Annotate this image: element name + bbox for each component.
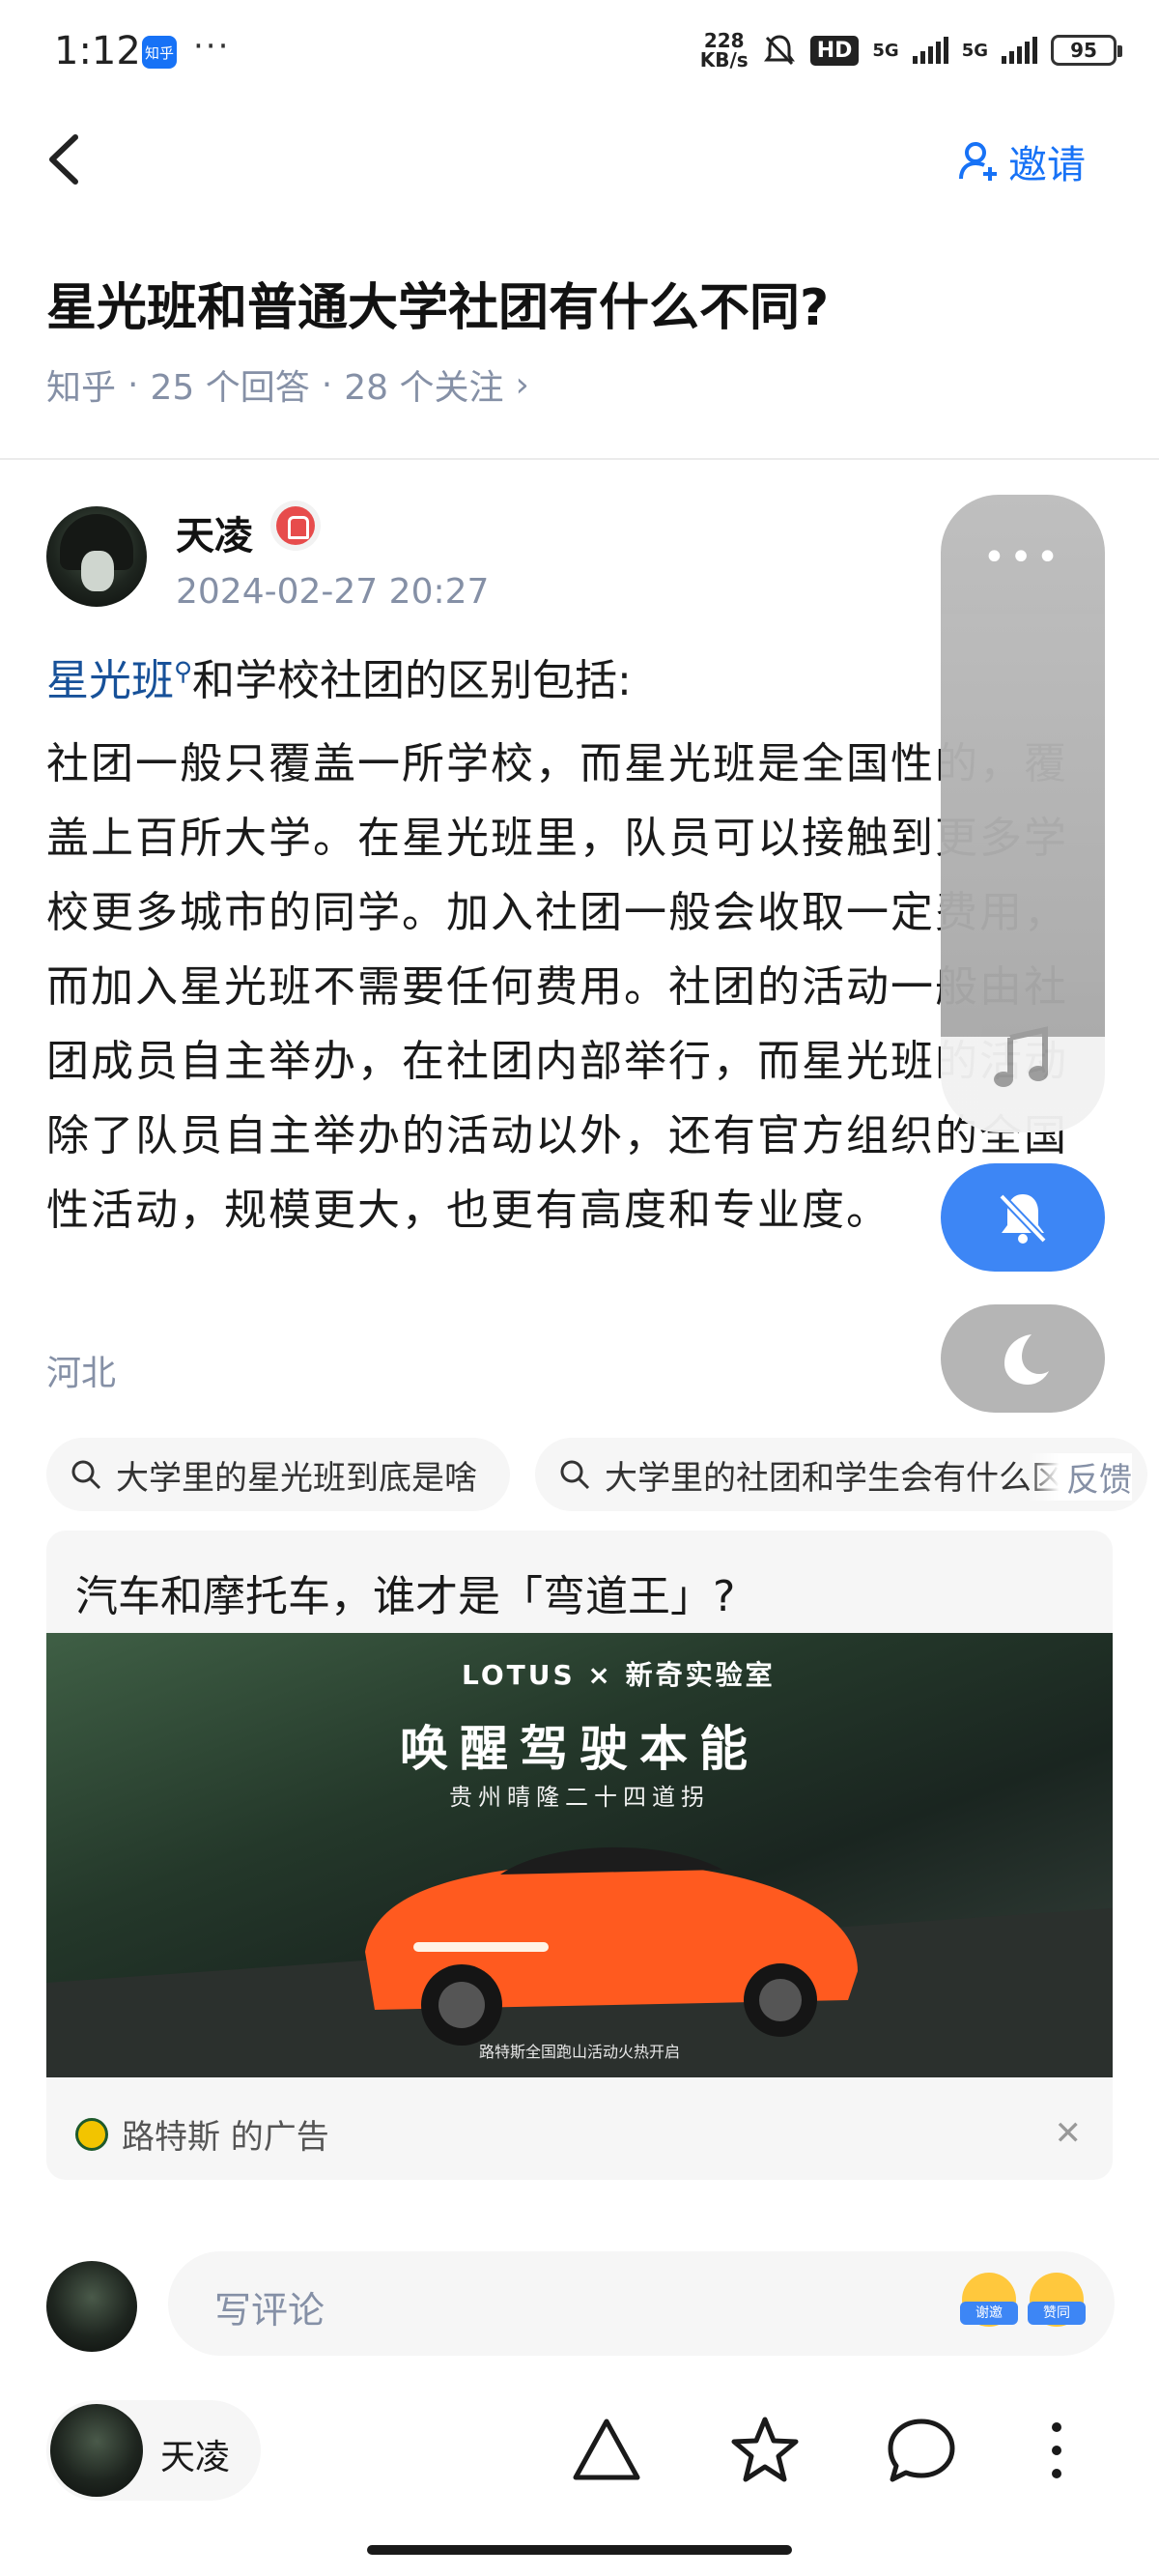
car-illustration: [365, 1846, 858, 2046]
keyword-link[interactable]: 星光班: [46, 656, 174, 705]
network-speed: 228 KB/s: [699, 29, 749, 72]
status-bar: 1:12 知乎 ··· 228 KB/s HD 5G 5G 95: [0, 0, 1159, 106]
comment-input[interactable]: 写评论 谢邀 赞同: [168, 2251, 1115, 2356]
ad-headline: 唤醒驾驶本能: [400, 1721, 759, 1777]
ip-location: 河北: [46, 1354, 117, 1393]
vertical-dots-icon[interactable]: [1018, 2412, 1095, 2489]
related-searches: 大学里的星光班到底是啥 大学里的社团和学生会有什么区别 反馈: [46, 1438, 1147, 1513]
meta-separator: ·: [127, 364, 139, 405]
signal-strength-icon: [912, 37, 948, 64]
more-notifications-icon: ···: [193, 27, 231, 66]
star-icon[interactable]: [726, 2412, 804, 2489]
chip-label: 大学里的社团和学生会有什么区别: [605, 1458, 1097, 1498]
question-source: 知乎: [46, 368, 117, 408]
more-dots-icon[interactable]: •••: [941, 535, 1105, 580]
answer-count: 25 个回答: [150, 368, 310, 408]
author-name[interactable]: 天凌: [176, 504, 253, 560]
hd-voice-badge: HD: [809, 35, 860, 66]
search-icon[interactable]: ⚲: [174, 657, 192, 686]
floating-control-panel[interactable]: •••: [941, 495, 1105, 1132]
comment-placeholder: 写评论: [214, 2289, 325, 2332]
answer-lead-text: 和学校社团的区别包括:: [192, 656, 632, 705]
advertiser-label: 路特斯 的广告: [122, 2118, 329, 2157]
status-indicators: 228 KB/s HD 5G 5G 95: [699, 29, 1122, 72]
back-button[interactable]: [39, 126, 97, 193]
sim2-network-label: 5G: [961, 40, 988, 61]
thanks-invite-emoji-button[interactable]: 谢邀: [960, 2273, 1018, 2327]
meta-separator: ·: [321, 364, 333, 405]
feedback-button[interactable]: 反馈: [1028, 1453, 1132, 1501]
nav-bar: 邀请: [0, 106, 1159, 213]
ad-title[interactable]: 汽车和摩托车，谁才是「弯道王」?: [75, 1561, 735, 1623]
comment-bar: 写评论 谢邀 赞同: [0, 2251, 1159, 2367]
battery-indicator: 95: [1051, 35, 1122, 66]
author-avatar[interactable]: [46, 506, 147, 607]
vote-up-icon[interactable]: [568, 2412, 645, 2489]
bottom-action-bar: 天凌: [0, 2394, 1159, 2510]
ad-card[interactable]: 汽车和摩托车，谁才是「弯道王」? LOTUS × 新奇实验室 唤醒驾驶本能 贵州…: [46, 1531, 1113, 2180]
comment-bubble-icon[interactable]: [883, 2412, 960, 2489]
ad-brand: LOTUS × 新奇实验室: [462, 1659, 776, 1691]
user-avatar[interactable]: [46, 2261, 137, 2352]
question-meta[interactable]: 知乎 · 25 个回答 · 28 个关注 ›: [46, 359, 529, 410]
post-date: 2024-02-27 20:27: [176, 572, 490, 612]
search-icon: [71, 1460, 101, 1490]
author-chip-name: 天凌: [160, 2438, 231, 2477]
lotus-logo-icon: [75, 2117, 108, 2151]
mute-toggle[interactable]: [941, 1163, 1105, 1272]
invite-label: 邀请: [1008, 143, 1086, 187]
agree-emoji-button[interactable]: 赞同: [1028, 2273, 1086, 2327]
chevron-right-icon: ›: [515, 364, 529, 405]
section-divider: [0, 458, 1159, 460]
author-badge-icon[interactable]: [270, 501, 321, 551]
zhihu-app-icon: 知乎: [142, 36, 177, 69]
author-avatar: [50, 2404, 143, 2497]
signal-strength-icon: [1002, 37, 1037, 64]
ad-advertiser: 路特斯 的广告: [75, 2110, 329, 2158]
follower-count: 28 个关注: [344, 368, 504, 408]
bell-off-status-icon: [763, 35, 795, 66]
search-icon: [560, 1460, 590, 1490]
add-user-icon: [959, 142, 997, 181]
sim1-network-label: 5G: [872, 40, 899, 61]
question-title[interactable]: 星光班和普通大学社团有什么不同?: [46, 267, 829, 339]
chevron-left-icon: [49, 134, 78, 185]
related-search-chip[interactable]: 大学里的星光班到底是啥: [46, 1438, 510, 1511]
answer-lead: 星光班⚲和学校社团的区别包括:: [46, 645, 632, 707]
moon-icon: [1004, 1334, 1049, 1385]
ad-subline: 贵州晴隆二十四道拐: [449, 1784, 710, 1811]
invite-button[interactable]: 邀请: [958, 133, 1086, 189]
home-indicator[interactable]: [367, 2545, 792, 2555]
status-time: 1:12: [54, 29, 141, 73]
ad-caption: 路特斯全国跑山活动火热开启: [478, 2043, 680, 2061]
bell-off-icon: [999, 1193, 1047, 1244]
ad-close-button[interactable]: ✕: [1055, 2114, 1083, 2153]
ad-image[interactable]: LOTUS × 新奇实验室 唤醒驾驶本能 贵州晴隆二十四道拐 路特斯全国跑山活动…: [46, 1633, 1113, 2077]
chip-label: 大学里的星光班到底是啥: [116, 1458, 477, 1498]
music-note-icon[interactable]: [991, 1024, 1055, 1092]
author-chip[interactable]: 天凌: [46, 2400, 261, 2501]
dark-mode-toggle[interactable]: [941, 1304, 1105, 1413]
